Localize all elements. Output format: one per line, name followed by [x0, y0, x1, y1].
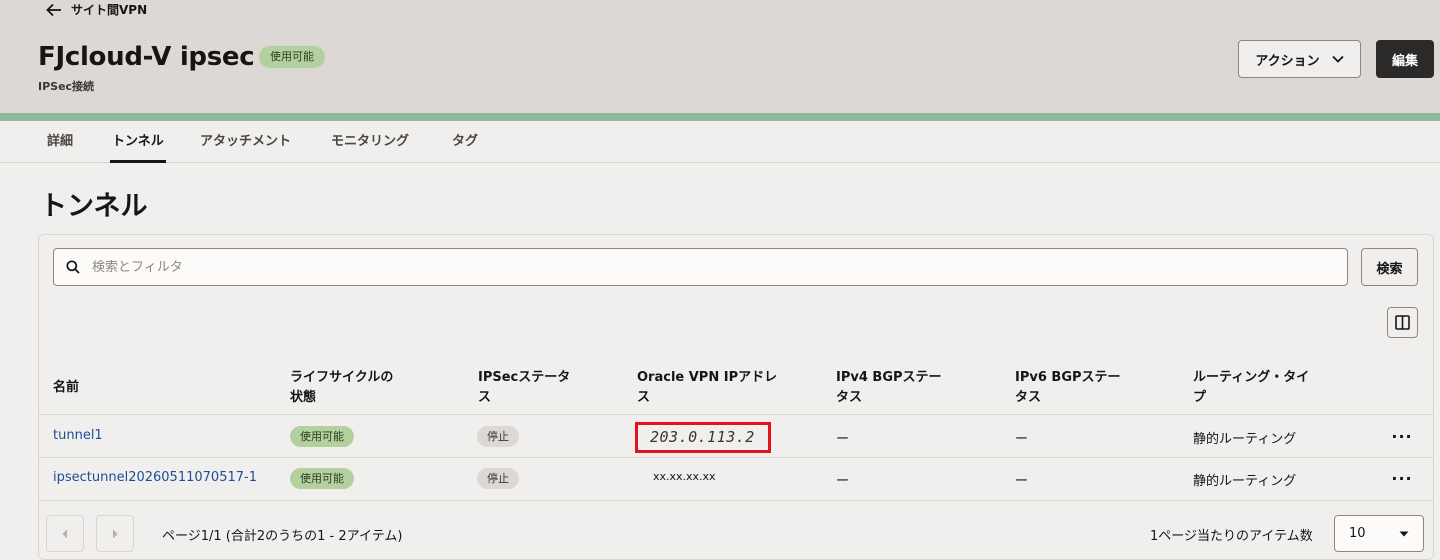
- column-settings-button[interactable]: [1387, 307, 1418, 338]
- chevron-down-icon: [1332, 55, 1344, 63]
- back-link[interactable]: サイト間VPN: [46, 1, 147, 18]
- items-per-page-label: 1ページ当たりのアイテム数: [1150, 529, 1313, 544]
- pagination-info: ページ1/1 (合計2のうちの1 - 2アイテム): [162, 529, 403, 544]
- oracle-vpn-ip: 203.0.113.2: [650, 428, 755, 446]
- ipsec-status-badge: 停止: [477, 426, 519, 447]
- page-header: サイト間VPN FJcloud-V ipsec 使用可能 IPSec接続 アクシ…: [0, 0, 1440, 113]
- tab-tags[interactable]: タグ: [452, 121, 478, 163]
- ipsec-status-badge: 停止: [477, 468, 519, 489]
- chevron-right-icon: [113, 529, 118, 538]
- column-header-ipsec-status[interactable]: IPSecステータス: [478, 368, 570, 408]
- ipv4-bgp-status: ー: [836, 432, 850, 447]
- search-input[interactable]: [92, 259, 1292, 275]
- table-divider: [39, 457, 1433, 458]
- row-actions-menu-icon[interactable]: ···: [1391, 468, 1413, 488]
- actions-button-label: アクション: [1255, 53, 1320, 69]
- edit-button[interactable]: 編集: [1376, 40, 1434, 78]
- items-per-page-select[interactable]: 10: [1334, 515, 1424, 552]
- table-divider: [39, 414, 1433, 415]
- routing-type: 静的ルーティング: [1193, 432, 1297, 447]
- tab-attachments[interactable]: アタッチメント: [200, 121, 291, 163]
- tab-details[interactable]: 詳細: [47, 121, 73, 163]
- column-header-routing[interactable]: ルーティング・タイプ: [1193, 368, 1309, 408]
- ipv6-bgp-status: ー: [1015, 432, 1029, 447]
- lifecycle-badge: 使用可能: [290, 468, 354, 489]
- previous-page-button[interactable]: [46, 515, 84, 552]
- status-badge: 使用可能: [259, 46, 325, 68]
- tunnel-name-link[interactable]: ipsectunnel20260511070517-1: [53, 470, 257, 485]
- page-subtitle: IPSec接続: [38, 80, 95, 93]
- ipv4-bgp-status: ー: [836, 474, 850, 489]
- items-per-page-value: 10: [1349, 526, 1366, 541]
- search-button[interactable]: 検索: [1361, 248, 1418, 286]
- caret-down-icon: [1399, 531, 1409, 536]
- column-header-name[interactable]: 名前: [53, 378, 79, 398]
- column-header-lifecycle[interactable]: ライフサイクルの 状態: [290, 368, 393, 408]
- tunnel-name-link[interactable]: tunnel1: [53, 428, 103, 443]
- section-title: トンネル: [40, 191, 148, 222]
- tab-bar: 詳細 トンネル アタッチメント モニタリング タグ: [0, 121, 1440, 163]
- search-icon: [66, 260, 80, 274]
- chevron-left-icon: [62, 529, 67, 538]
- column-header-ipv4-bgp[interactable]: IPv4 BGPステー タス: [836, 368, 942, 408]
- search-field[interactable]: [53, 248, 1348, 286]
- ipv6-bgp-status: ー: [1015, 474, 1029, 489]
- tab-tunnels[interactable]: トンネル: [110, 121, 166, 163]
- next-page-button[interactable]: [96, 515, 134, 552]
- row-actions-menu-icon[interactable]: ···: [1391, 426, 1413, 446]
- actions-button[interactable]: アクション: [1238, 40, 1361, 78]
- routing-type: 静的ルーティング: [1193, 474, 1297, 489]
- back-link-label: サイト間VPN: [71, 3, 148, 17]
- page-title: FJcloud-V ipsec: [38, 42, 255, 72]
- column-header-ipv6-bgp[interactable]: IPv6 BGPステー タス: [1015, 368, 1121, 408]
- columns-icon: [1395, 315, 1410, 330]
- tab-monitoring[interactable]: モニタリング: [331, 121, 409, 163]
- arrow-left-icon: [46, 3, 61, 16]
- lifecycle-badge: 使用可能: [290, 426, 354, 447]
- oracle-vpn-ip: xx.xx.xx.xx: [653, 470, 716, 483]
- column-header-oracle-ip[interactable]: Oracle VPN IPアドレス: [637, 368, 777, 408]
- header-accent-stripe: [0, 113, 1440, 121]
- table-divider: [39, 500, 1433, 501]
